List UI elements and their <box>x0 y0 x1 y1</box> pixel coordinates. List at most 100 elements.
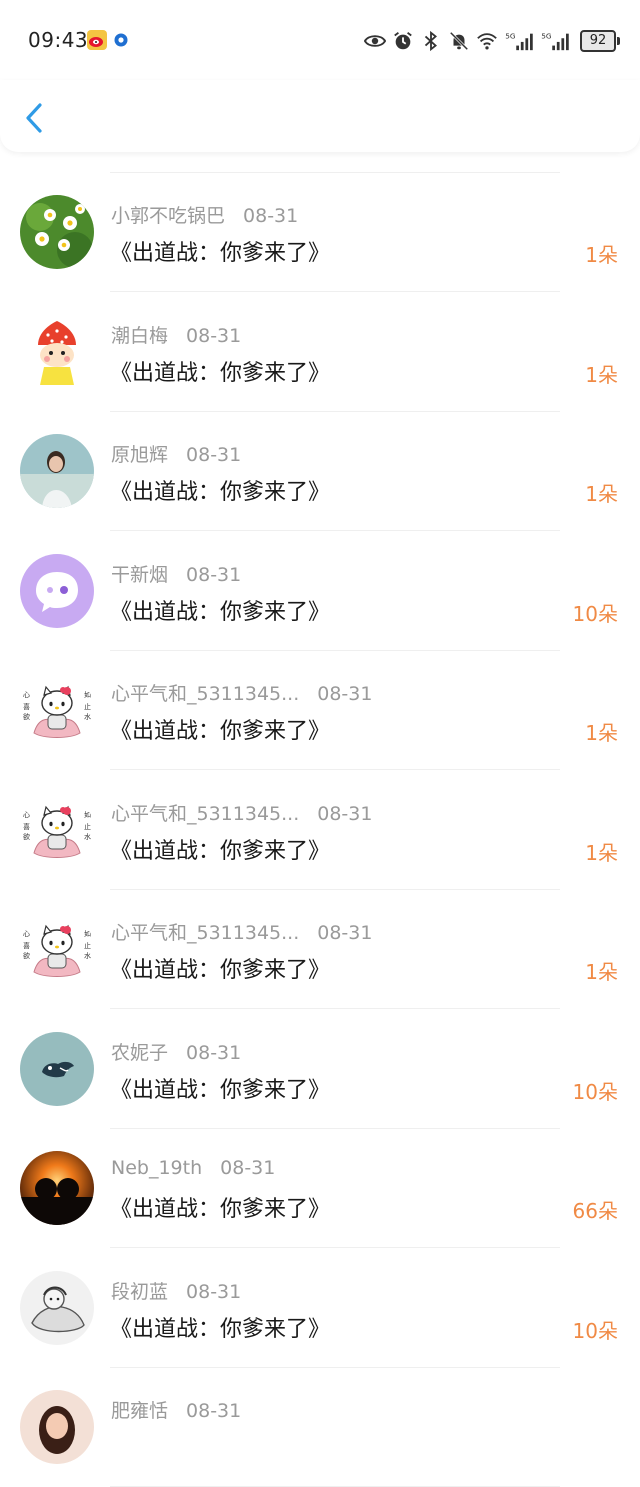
item-meta: 潮白梅 08-31 <box>111 321 241 348</box>
item-title: 《出道战：你爹来了》 <box>110 1197 331 1222</box>
svg-text:欲: 欲 <box>23 712 30 721</box>
flower-count: 1朵 <box>585 960 618 984</box>
user-name[interactable]: 肥雍恬 <box>111 1400 168 1422</box>
item-meta: 干新烟 08-31 <box>111 560 241 587</box>
user-name[interactable]: Neb_19th <box>111 1157 202 1179</box>
battery-icon: 92 <box>580 30 620 52</box>
item-date: 08-31 <box>220 1157 276 1179</box>
list-item[interactable]: 段初蓝 08-31 《出道战：你爹来了》 10朵 <box>0 1249 640 1368</box>
app-badge-icon <box>114 33 128 47</box>
item-meta: 原旭辉 08-31 <box>111 440 241 467</box>
avatar[interactable] <box>20 195 94 269</box>
user-name[interactable]: 原旭辉 <box>111 444 168 466</box>
svg-text:水: 水 <box>84 951 91 960</box>
girl-photo-avatar <box>20 1390 94 1464</box>
avatar[interactable] <box>20 553 94 628</box>
svg-text:喜: 喜 <box>23 702 30 711</box>
item-meta: 段初蓝 08-31 <box>111 1277 241 1304</box>
avatar[interactable] <box>20 434 94 508</box>
item-meta: 小郭不吃锅巴 08-31 <box>111 201 298 228</box>
item-title: 《出道战：你爹来了》 <box>110 241 331 266</box>
flower-count: 1朵 <box>585 482 618 506</box>
item-title: 《出道战：你爹来了》 <box>110 958 331 983</box>
svg-text:心: 心 <box>23 811 30 819</box>
item-date: 08-31 <box>186 563 242 586</box>
item-title: 《出道战：你爹来了》 <box>110 719 331 744</box>
item-meta: 心平气和_5311345... 08-31 <box>111 679 372 706</box>
list-item[interactable]: 小郭不吃锅巴 08-31 《出道战：你爹来了》 1朵 <box>0 173 640 292</box>
list-item[interactable]: 心喜欲 如止水 心平气和_5311345... 08-31 《出道战：你爹来了》 1朵 <box>0 771 640 890</box>
mute-bell-icon <box>449 31 469 51</box>
user-name[interactable]: 干新烟 <box>111 564 168 586</box>
svg-text:心: 心 <box>23 691 30 699</box>
user-name[interactable]: 农妮子 <box>111 1042 168 1064</box>
avatar[interactable] <box>20 1270 94 1345</box>
svg-text:止: 止 <box>84 702 91 711</box>
status-bar: 09:43 5G 5G 92 <box>0 0 640 80</box>
flower-count: 1朵 <box>585 362 618 387</box>
item-date: 08-31 <box>186 444 242 466</box>
item-meta: 农妮子 08-31 <box>111 1038 241 1065</box>
list-item[interactable]: 潮白梅 08-31 《出道战：你爹来了》 1朵 <box>0 293 640 412</box>
photo-avatar <box>20 434 94 508</box>
item-date: 08-31 <box>317 922 373 944</box>
user-name[interactable]: 小郭不吃锅巴 <box>111 205 225 227</box>
avatar[interactable]: 心喜欲 如止水 <box>20 912 94 986</box>
item-meta: Neb_19th 08-31 <box>111 1157 275 1179</box>
item-date: 08-31 <box>317 802 373 825</box>
svg-text:止: 止 <box>84 822 91 831</box>
avatar[interactable]: 心喜欲 如止水 <box>20 792 94 867</box>
list-item[interactable]: 心喜欲 如止水 心平气和_5311345... 08-31 《出道战：你爹来了》 1朵 <box>0 890 640 1009</box>
svg-text:欲: 欲 <box>23 832 30 841</box>
chevron-left-icon[interactable] <box>20 100 50 136</box>
list-item[interactable]: 干新烟 08-31 《出道战：你爹来了》 10朵 <box>0 532 640 651</box>
flower-count: 1朵 <box>585 840 618 865</box>
item-title: 《出道战：你爹来了》 <box>110 599 331 625</box>
avatar[interactable] <box>20 314 94 389</box>
avatar[interactable] <box>20 1031 94 1106</box>
item-title: 《出道战：你爹来了》 <box>110 480 331 505</box>
item-date: 08-31 <box>243 205 299 227</box>
svg-text:如: 如 <box>84 929 91 938</box>
flower-count: 66朵 <box>572 1199 618 1223</box>
user-name[interactable]: 段初蓝 <box>111 1281 168 1303</box>
avatar[interactable] <box>20 1390 94 1464</box>
bird-avatar <box>20 1031 94 1106</box>
list-item[interactable]: 原旭辉 08-31 《出道战：你爹来了》 1朵 <box>0 412 640 531</box>
item-title: 《出道战：你爹来了》 <box>110 1316 331 1342</box>
list-item[interactable]: 肥雍恬 08-31 <box>0 1368 640 1487</box>
svg-text:水: 水 <box>84 832 91 841</box>
hello-kitty-avatar: 心喜欲 如止水 <box>20 792 94 867</box>
svg-text:5G: 5G <box>505 31 516 40</box>
list-item[interactable]: 心喜欲 如止水 心平气和_5311345... 08-31 《出道战：你爹来了》 1朵 <box>0 651 640 770</box>
user-name[interactable]: 潮白梅 <box>111 325 168 347</box>
avatar[interactable]: 心喜欲 如止水 <box>20 673 94 747</box>
eye-icon <box>364 35 386 47</box>
item-date: 08-31 <box>186 1400 242 1422</box>
flower-count: 10朵 <box>572 601 618 626</box>
bluetooth-icon <box>424 30 437 52</box>
signal-5g-icon: 5G <box>505 31 533 51</box>
user-name[interactable]: 心平气和_5311345... <box>111 683 299 705</box>
svg-text:心: 心 <box>23 930 30 938</box>
list-item[interactable]: Neb_19th 08-31 《出道战：你爹来了》 66朵 <box>0 1129 640 1248</box>
hello-kitty-avatar: 心喜欲 如止水 <box>20 673 94 747</box>
item-title: 《出道战：你爹来了》 <box>110 838 331 864</box>
item-date: 08-31 <box>186 324 242 347</box>
item-title: 《出道战：你爹来了》 <box>110 1077 331 1103</box>
top-nav-bar <box>0 80 640 152</box>
list-item[interactable]: 农妮子 08-31 《出道战：你爹来了》 10朵 <box>0 1010 640 1129</box>
item-date: 08-31 <box>186 1280 242 1303</box>
avatar[interactable] <box>20 1151 94 1225</box>
user-name[interactable]: 心平气和_5311345... <box>111 922 299 944</box>
item-title: 《出道战：你爹来了》 <box>110 360 331 386</box>
item-meta: 心平气和_5311345... 08-31 <box>111 799 372 826</box>
flower-count: 1朵 <box>585 243 618 267</box>
status-time: 09:43 <box>28 28 89 52</box>
user-name[interactable]: 心平气和_5311345... <box>111 803 299 825</box>
svg-text:喜: 喜 <box>23 941 30 950</box>
sketch-avatar <box>20 1270 94 1345</box>
flower-count: 1朵 <box>585 721 618 745</box>
svg-text:欲: 欲 <box>23 951 30 960</box>
hello-kitty-avatar: 心喜欲 如止水 <box>20 912 94 986</box>
